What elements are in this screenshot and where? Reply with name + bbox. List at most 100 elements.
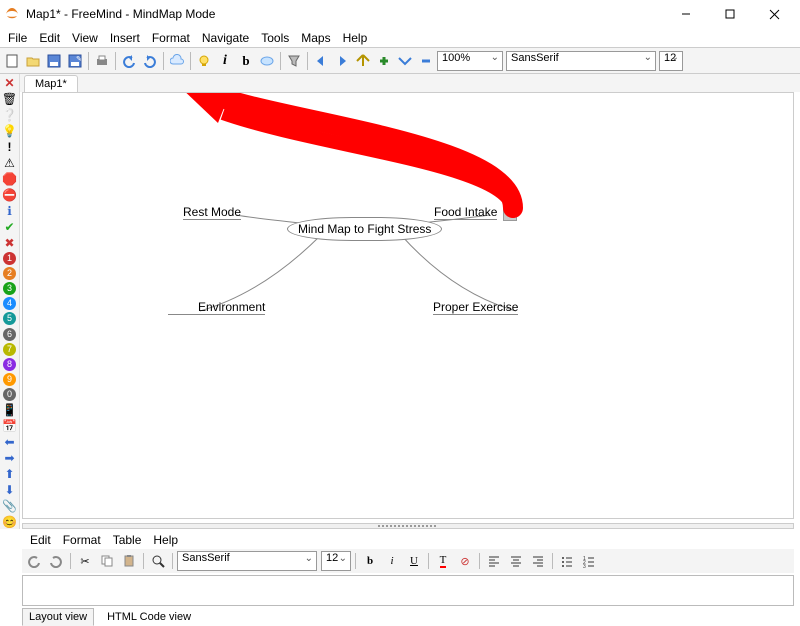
collapse-icon[interactable]: [395, 51, 415, 71]
prio7-icon[interactable]: 7: [2, 343, 18, 356]
clear-format-icon[interactable]: ⊘: [455, 551, 475, 571]
maximize-button[interactable]: [708, 0, 752, 28]
editor-textarea[interactable]: [22, 575, 794, 606]
menu-help[interactable]: Help: [337, 29, 374, 47]
left-icon[interactable]: ⬅: [2, 435, 18, 449]
new-node-selector[interactable]: [503, 207, 517, 221]
undo-icon[interactable]: [119, 51, 139, 71]
no-icon[interactable]: ⛔: [2, 188, 18, 202]
editor-menu-format[interactable]: Format: [57, 531, 107, 549]
node-food-intake[interactable]: Food Intake: [434, 205, 497, 220]
editor-font-combo[interactable]: SansSerif: [177, 551, 317, 571]
editor-fontsize-combo[interactable]: 12: [321, 551, 351, 571]
next-icon[interactable]: [332, 51, 352, 71]
menu-view[interactable]: View: [66, 29, 104, 47]
fontcolor-icon[interactable]: T: [433, 551, 453, 571]
menu-file[interactable]: File: [2, 29, 33, 47]
menu-maps[interactable]: Maps: [295, 29, 336, 47]
paste-icon[interactable]: [119, 551, 139, 571]
tab-map1[interactable]: Map1*: [24, 75, 78, 92]
up-icon[interactable]: ⬆: [2, 467, 18, 481]
saveas-icon[interactable]: ✎: [65, 51, 85, 71]
zoom-combo[interactable]: 100%: [437, 51, 503, 71]
prio3-icon[interactable]: 3: [2, 282, 18, 295]
tab-layout-view[interactable]: Layout view: [22, 608, 94, 626]
editor-menu-table[interactable]: Table: [107, 531, 148, 549]
warning-icon[interactable]: ⚠: [2, 156, 18, 170]
prio2-icon[interactable]: 2: [2, 267, 18, 280]
help-icon[interactable]: ❔: [2, 108, 18, 122]
prio9-icon[interactable]: 9: [2, 373, 18, 386]
splitter[interactable]: [22, 523, 794, 529]
smile-icon[interactable]: 😊: [2, 515, 18, 529]
trash-icon[interactable]: 🗑: [2, 92, 18, 106]
minus-icon[interactable]: [416, 51, 436, 71]
menu-insert[interactable]: Insert: [104, 29, 146, 47]
align-left-icon[interactable]: [484, 551, 504, 571]
info-icon[interactable]: ℹ: [2, 204, 18, 218]
ok-icon[interactable]: ✔: [2, 220, 18, 234]
notok-icon[interactable]: ✖: [2, 236, 18, 250]
tab-html-view[interactable]: HTML Code view: [100, 608, 198, 626]
mindmap-branches: [23, 93, 793, 518]
editor-redo-icon[interactable]: [46, 551, 66, 571]
open-icon[interactable]: [23, 51, 43, 71]
editor-bold-icon[interactable]: b: [360, 551, 380, 571]
mindmap-canvas[interactable]: Mind Map to Fight Stress Rest Mode Food …: [22, 92, 794, 519]
redo-icon[interactable]: [140, 51, 160, 71]
number-list-icon[interactable]: 123: [579, 551, 599, 571]
menu-navigate[interactable]: Navigate: [196, 29, 255, 47]
zoomin-icon[interactable]: [374, 51, 394, 71]
bold-icon[interactable]: b: [236, 51, 256, 71]
font-combo[interactable]: SansSerif: [506, 51, 656, 71]
filter-icon[interactable]: [284, 51, 304, 71]
node-rest-mode[interactable]: Rest Mode: [183, 205, 241, 220]
calendar-icon[interactable]: 📅: [2, 419, 18, 433]
down-icon[interactable]: ⬇: [2, 483, 18, 497]
align-right-icon[interactable]: [528, 551, 548, 571]
cut-icon[interactable]: ✂: [75, 551, 95, 571]
bulb-icon[interactable]: 💡: [2, 124, 18, 138]
print-icon[interactable]: [92, 51, 112, 71]
editor-menu-help[interactable]: Help: [147, 531, 184, 549]
exclaim-icon[interactable]: !: [2, 140, 18, 154]
cloud-icon[interactable]: [167, 51, 187, 71]
node-environment[interactable]: Environment: [168, 300, 265, 315]
close-button[interactable]: [752, 0, 796, 28]
phone-icon[interactable]: 📱: [2, 403, 18, 417]
minimize-button[interactable]: [664, 0, 708, 28]
prev-icon[interactable]: [311, 51, 331, 71]
node-proper-exercise[interactable]: Proper Exercise: [433, 300, 518, 315]
idea-icon[interactable]: [194, 51, 214, 71]
fontsize-combo[interactable]: 12: [659, 51, 683, 71]
save-icon[interactable]: [44, 51, 64, 71]
prio4-icon[interactable]: 4: [2, 297, 18, 310]
find-icon[interactable]: [148, 551, 168, 571]
remove-icon[interactable]: ✕: [2, 76, 18, 90]
editor-italic-icon[interactable]: i: [382, 551, 402, 571]
bullet-list-icon[interactable]: [557, 551, 577, 571]
menu-edit[interactable]: Edit: [33, 29, 66, 47]
editor-menu-edit[interactable]: Edit: [24, 531, 57, 549]
svg-text:3: 3: [583, 564, 586, 568]
editor-underline-icon[interactable]: U: [404, 551, 424, 571]
prio1-icon[interactable]: 1: [2, 252, 18, 265]
menu-format[interactable]: Format: [146, 29, 196, 47]
zoomout-icon[interactable]: [353, 51, 373, 71]
align-center-icon[interactable]: [506, 551, 526, 571]
mindmap-root-node[interactable]: Mind Map to Fight Stress: [287, 217, 442, 241]
italic-icon[interactable]: i: [215, 51, 235, 71]
attach-icon[interactable]: 📎: [2, 499, 18, 513]
editor-undo-icon[interactable]: [24, 551, 44, 571]
menu-tools[interactable]: Tools: [255, 29, 295, 47]
prio0-icon[interactable]: 0: [2, 388, 18, 401]
separator: [70, 553, 71, 569]
prio8-icon[interactable]: 8: [2, 358, 18, 371]
right-icon[interactable]: ➡: [2, 451, 18, 465]
new-icon[interactable]: [2, 51, 22, 71]
copy-icon[interactable]: [97, 551, 117, 571]
prio5-icon[interactable]: 5: [2, 312, 18, 325]
prio6-icon[interactable]: 6: [2, 327, 18, 340]
stop-icon[interactable]: 🛑: [2, 172, 18, 186]
note-icon[interactable]: [257, 51, 277, 71]
